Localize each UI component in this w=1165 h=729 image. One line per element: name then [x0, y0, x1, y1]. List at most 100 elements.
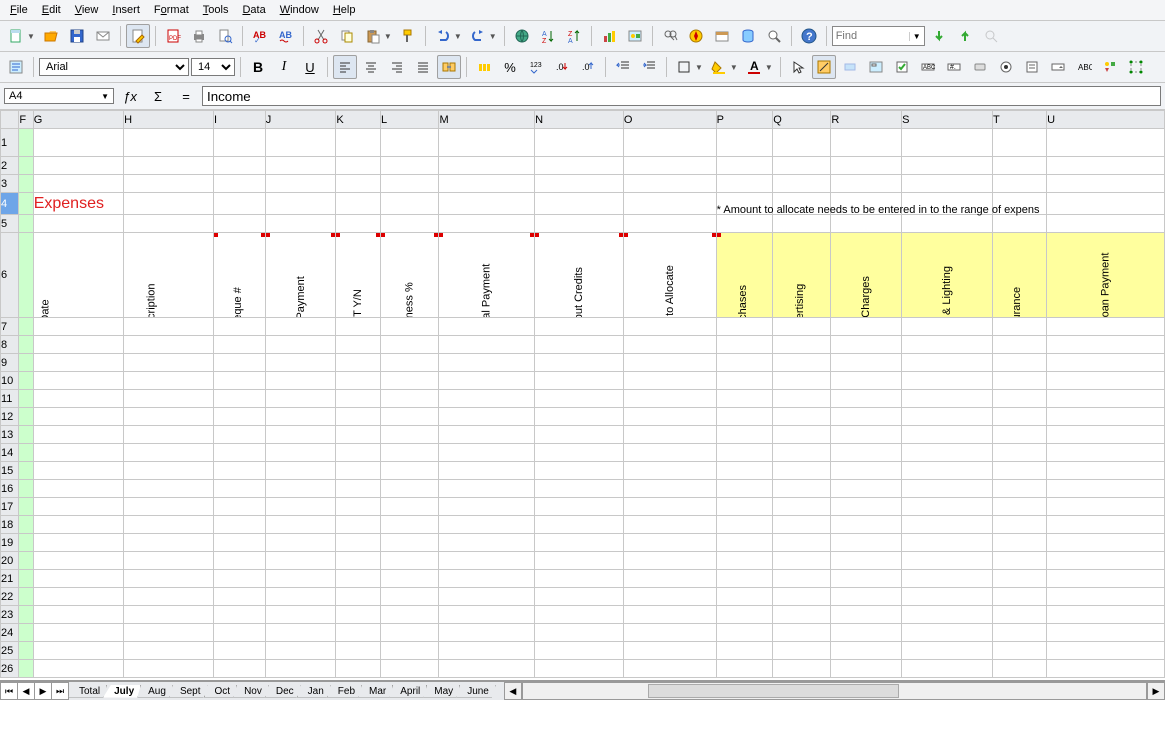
cell-T24[interactable]	[993, 624, 1047, 642]
cell-O21[interactable]	[623, 570, 716, 588]
cell-O25[interactable]	[623, 642, 716, 660]
cell-S15[interactable]	[902, 462, 993, 480]
cell-K5[interactable]	[336, 215, 381, 233]
cell-T7[interactable]	[993, 318, 1047, 336]
col-header-J[interactable]: J	[265, 111, 336, 129]
cell-L4[interactable]	[381, 193, 439, 215]
cell-J11[interactable]	[265, 390, 336, 408]
cell-M1[interactable]	[439, 129, 535, 157]
cell-G3[interactable]	[33, 175, 123, 193]
cell-H18[interactable]	[124, 516, 214, 534]
cell-H16[interactable]	[124, 480, 214, 498]
sheet-tab-total[interactable]: Total	[68, 685, 107, 698]
cell-R22[interactable]	[831, 588, 902, 606]
cell-N18[interactable]	[535, 516, 624, 534]
row-header-8[interactable]: 8	[1, 336, 19, 354]
cell-F5[interactable]	[19, 215, 33, 233]
col-header-F[interactable]: F	[19, 111, 33, 129]
row-header-16[interactable]: 16	[1, 480, 19, 498]
cell-H2[interactable]	[124, 157, 214, 175]
cell-L6[interactable]: Business %	[381, 233, 439, 318]
find-input[interactable]	[833, 30, 909, 42]
cell-H22[interactable]	[124, 588, 214, 606]
cell-K25[interactable]	[336, 642, 381, 660]
cell-U25[interactable]	[1047, 642, 1165, 660]
spreadsheet-grid[interactable]: FGHIJKLMNOPQRSTU1234Expenses* Amount to …	[0, 110, 1165, 681]
cell-G8[interactable]	[33, 336, 123, 354]
cell-I18[interactable]	[213, 516, 265, 534]
cell-Q5[interactable]	[773, 215, 831, 233]
cell-J1[interactable]	[265, 129, 336, 157]
sheet-tab-aug[interactable]: Aug	[137, 685, 173, 698]
cell-K8[interactable]	[336, 336, 381, 354]
more-controls-icon[interactable]	[1098, 55, 1122, 79]
cell-M4[interactable]	[439, 193, 535, 215]
cell-I19[interactable]	[213, 534, 265, 552]
cell-F14[interactable]	[19, 444, 33, 462]
cell-G14[interactable]	[33, 444, 123, 462]
row-header-23[interactable]: 23	[1, 606, 19, 624]
cell-M8[interactable]	[439, 336, 535, 354]
cell-G13[interactable]	[33, 426, 123, 444]
sheet-tab-nov[interactable]: Nov	[233, 685, 269, 698]
cell-J2[interactable]	[265, 157, 336, 175]
cell-M14[interactable]	[439, 444, 535, 462]
cell-P5[interactable]	[716, 215, 773, 233]
cell-J8[interactable]	[265, 336, 336, 354]
scroll-track[interactable]	[522, 682, 1147, 700]
cell-M12[interactable]	[439, 408, 535, 426]
cell-I6[interactable]: Cheque #	[213, 233, 265, 318]
cell-N26[interactable]	[535, 660, 624, 678]
cell-F7[interactable]	[19, 318, 33, 336]
cell-U6[interactable]: Lease or Loan Payment	[1047, 233, 1165, 318]
cell-K23[interactable]	[336, 606, 381, 624]
cell-F10[interactable]	[19, 372, 33, 390]
cell-I13[interactable]	[213, 426, 265, 444]
cell-N7[interactable]	[535, 318, 624, 336]
cell-J17[interactable]	[265, 498, 336, 516]
cell-N3[interactable]	[535, 175, 624, 193]
cell-S19[interactable]	[902, 534, 993, 552]
cell-I11[interactable]	[213, 390, 265, 408]
cell-K3[interactable]	[336, 175, 381, 193]
cell-Q3[interactable]	[773, 175, 831, 193]
cell-O9[interactable]	[623, 354, 716, 372]
cell-R21[interactable]	[831, 570, 902, 588]
cell-T6[interactable]: Insurance	[993, 233, 1047, 318]
cell-K6[interactable]: GST Y/N	[336, 233, 381, 318]
cell-T21[interactable]	[993, 570, 1047, 588]
row-header-19[interactable]: 19	[1, 534, 19, 552]
new-doc-icon[interactable]	[4, 24, 28, 48]
cell-G10[interactable]	[33, 372, 123, 390]
cell-H20[interactable]	[124, 552, 214, 570]
cell-S18[interactable]	[902, 516, 993, 534]
cell-G12[interactable]	[33, 408, 123, 426]
increase-indent-icon[interactable]	[637, 55, 661, 79]
cell-Q6[interactable]: Advertising	[773, 233, 831, 318]
cell-P10[interactable]	[716, 372, 773, 390]
combobox-icon[interactable]	[1046, 55, 1070, 79]
cell-L17[interactable]	[381, 498, 439, 516]
cell-J6[interactable]: Total Payment	[265, 233, 336, 318]
cell-Q18[interactable]	[773, 516, 831, 534]
cut-icon[interactable]	[309, 24, 333, 48]
cell-J25[interactable]	[265, 642, 336, 660]
cell-H13[interactable]	[124, 426, 214, 444]
cell-F1[interactable]	[19, 129, 33, 157]
cell-H6[interactable]: Description	[124, 233, 214, 318]
cell-K18[interactable]	[336, 516, 381, 534]
cell-O10[interactable]	[623, 372, 716, 390]
cell-G7[interactable]	[33, 318, 123, 336]
select-all-corner[interactable]	[1, 111, 19, 129]
cell-N20[interactable]	[535, 552, 624, 570]
cell-P25[interactable]	[716, 642, 773, 660]
cell-I20[interactable]	[213, 552, 265, 570]
autospell-icon[interactable]: AB	[274, 24, 298, 48]
sum-icon[interactable]: Σ	[146, 84, 170, 108]
cell-S2[interactable]	[902, 157, 993, 175]
bold-icon[interactable]: B	[246, 55, 270, 79]
cell-S1[interactable]	[902, 129, 993, 157]
row-header-3[interactable]: 3	[1, 175, 19, 193]
horizontal-scrollbar[interactable]: ◀ ▶	[504, 682, 1165, 700]
cell-R16[interactable]	[831, 480, 902, 498]
